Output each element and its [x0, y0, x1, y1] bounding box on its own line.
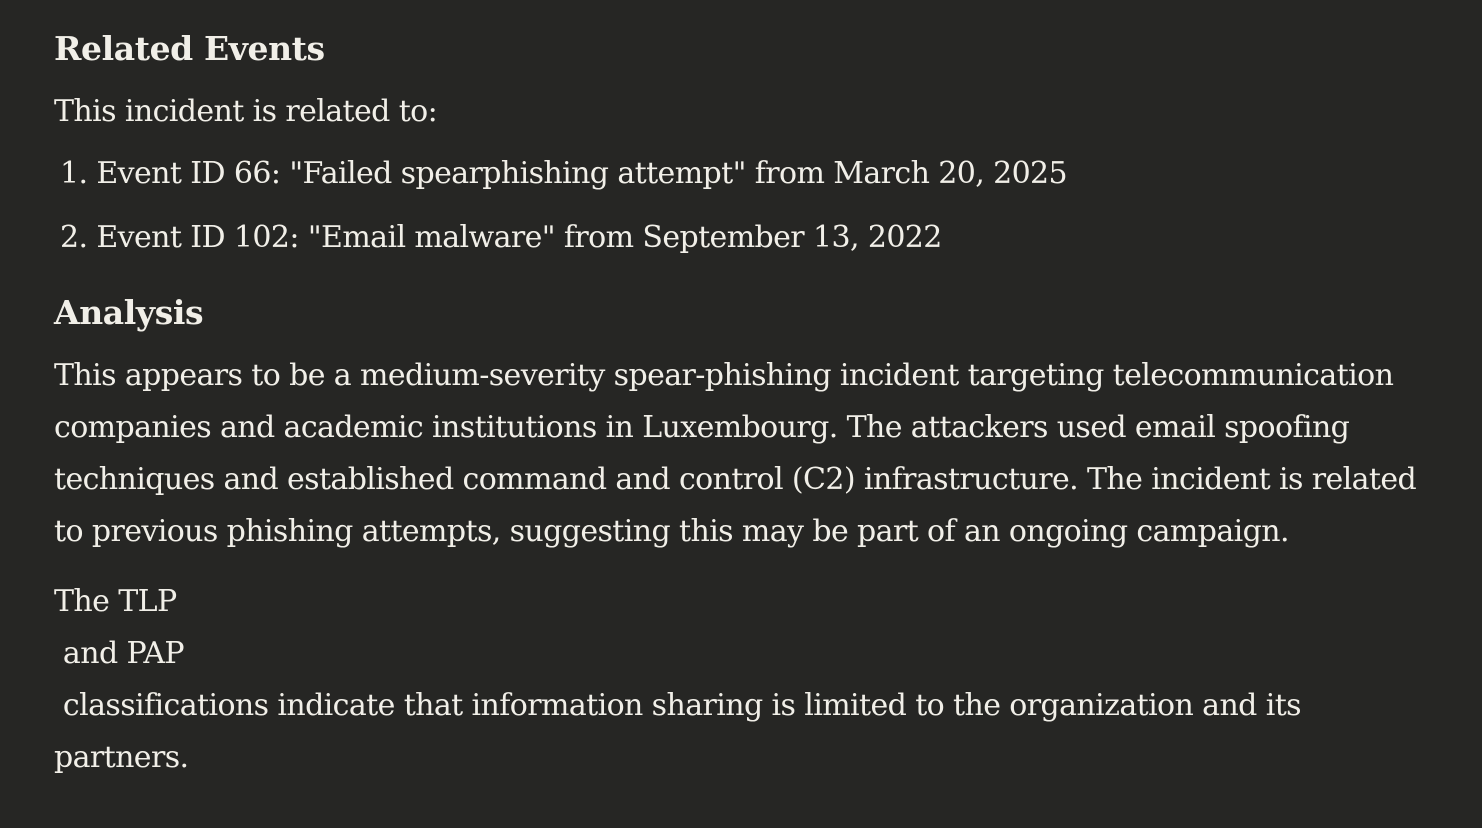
related-events-list: 1. Event ID 66: "Failed spearphishing at…: [54, 148, 1442, 264]
analysis-heading: Analysis: [54, 293, 204, 332]
paragraph-line: partners.: [54, 740, 189, 775]
list-item: 1. Event ID 66: "Failed spearphishing at…: [60, 156, 1068, 191]
list-item: 2. Event ID 102: "Email malware" from Se…: [60, 220, 942, 255]
chat-message-content: Related Events This incident is related …: [0, 0, 1482, 828]
paragraph-line: to previous phishing attempts, suggestin…: [54, 514, 1289, 549]
related-events-intro: This incident is related to:: [54, 94, 438, 129]
paragraph-line: and PAP: [54, 636, 185, 671]
classification-paragraph: The TLP and PAP classifications indicate…: [54, 576, 1442, 784]
paragraph-line: classifications indicate that informatio…: [54, 688, 1302, 723]
paragraph-line: techniques and established command and c…: [54, 462, 1417, 497]
paragraph-line: This appears to be a medium-severity spe…: [54, 358, 1394, 393]
related-events-heading: Related Events: [54, 29, 325, 68]
paragraph-line: companies and academic institutions in L…: [54, 410, 1350, 445]
paragraph-line: The TLP: [54, 584, 177, 619]
analysis-paragraph: This appears to be a medium-severity spe…: [54, 350, 1442, 558]
